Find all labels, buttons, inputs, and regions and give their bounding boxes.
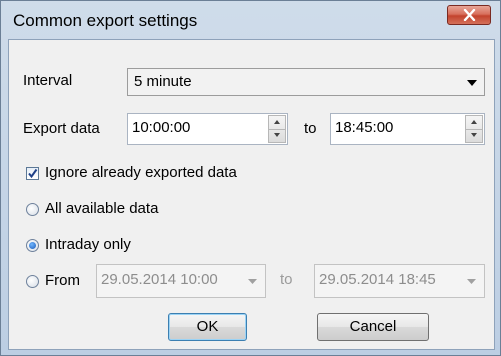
export-from-time-value: 10:00:00	[132, 119, 191, 136]
ok-button[interactable]: OK	[168, 313, 247, 341]
ok-button-label: OK	[196, 318, 219, 335]
interval-value: 5 minute	[134, 73, 192, 90]
checkmark-icon	[28, 168, 38, 179]
export-data-label: Export data	[23, 120, 100, 137]
from-label[interactable]: From	[45, 272, 80, 289]
spin-down-button[interactable]	[466, 129, 482, 142]
to-time-spinner[interactable]	[465, 115, 483, 143]
interval-label: Interval	[23, 72, 73, 89]
export-from-time-input[interactable]: 10:00:00	[127, 113, 288, 145]
close-button[interactable]	[447, 5, 491, 25]
export-to-time-value: 18:45:00	[335, 119, 394, 136]
arrow-down-icon	[471, 133, 477, 137]
chevron-down-icon	[467, 80, 477, 86]
interval-select[interactable]: 5 minute	[127, 68, 485, 96]
from-radio[interactable]	[26, 275, 39, 288]
all-data-label[interactable]: All available data	[45, 200, 158, 217]
intraday-label[interactable]: Intraday only	[45, 236, 131, 253]
from-time-spinner[interactable]	[268, 115, 286, 143]
close-icon	[463, 9, 476, 21]
chevron-down-icon	[248, 279, 257, 284]
dialog-title: Common export settings	[13, 11, 198, 30]
to-datetime-value: 29.05.2014 18:45	[319, 271, 436, 288]
radio-selected-dot	[29, 242, 36, 249]
from-datetime-value: 29.05.2014 10:00	[101, 271, 218, 288]
spin-up-button[interactable]	[269, 116, 285, 130]
spin-up-button[interactable]	[466, 116, 482, 130]
chevron-down-icon	[467, 279, 476, 284]
export-settings-dialog: Common export settings Interval 5 minute…	[0, 0, 501, 356]
arrow-up-icon	[471, 120, 477, 124]
export-to-label: to	[304, 120, 317, 137]
spin-down-button[interactable]	[269, 129, 285, 142]
dialog-body: Interval 5 minute Export data 10:00:00 t…	[8, 39, 495, 350]
ignore-exported-checkbox[interactable]	[26, 167, 39, 180]
export-to-time-input[interactable]: 18:45:00	[330, 113, 485, 145]
all-data-radio[interactable]	[26, 203, 39, 216]
from-range-to-label: to	[280, 271, 293, 288]
from-datetime-picker[interactable]: 29.05.2014 10:00	[96, 264, 266, 298]
to-datetime-picker[interactable]: 29.05.2014 18:45	[314, 264, 485, 298]
ignore-exported-label[interactable]: Ignore already exported data	[45, 164, 237, 181]
arrow-down-icon	[274, 133, 280, 137]
title-bar[interactable]: Common export settings	[1, 1, 500, 41]
cancel-button-label: Cancel	[349, 318, 397, 335]
intraday-radio[interactable]	[26, 239, 39, 252]
cancel-button[interactable]: Cancel	[317, 313, 429, 341]
arrow-up-icon	[274, 120, 280, 124]
